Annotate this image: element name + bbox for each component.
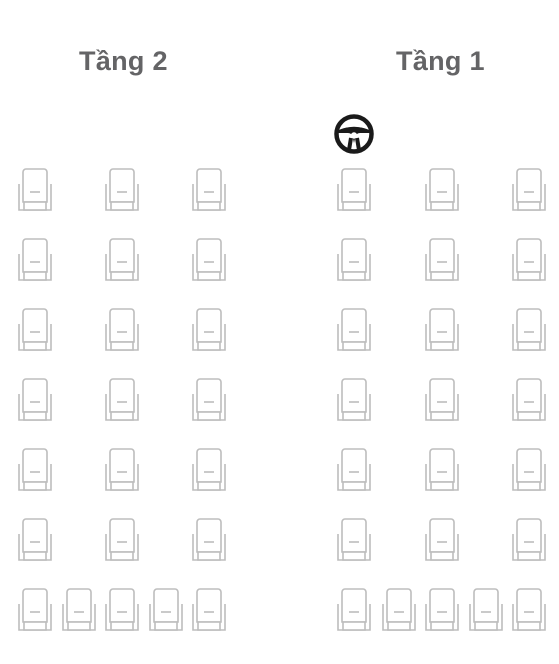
seat-icon (425, 448, 459, 491)
seat-upper-r6-c2[interactable] (103, 516, 141, 564)
seat-icon (192, 308, 226, 351)
seat-icon (105, 518, 139, 561)
seat-upper-r5-c2[interactable] (103, 446, 141, 494)
seat-lower-r7-c1[interactable] (335, 586, 373, 634)
seat-upper-r1-c1[interactable] (16, 166, 54, 214)
seat-lower-r5-c3[interactable] (510, 446, 548, 494)
seat-icon (425, 238, 459, 281)
seat-lower-r1-c3[interactable] (510, 166, 548, 214)
seat-icon (105, 378, 139, 421)
seat-icon (149, 588, 183, 631)
seat-upper-r7-c5[interactable] (190, 586, 228, 634)
seat-icon (105, 308, 139, 351)
seat-icon (469, 588, 503, 631)
seat-icon (425, 588, 459, 631)
seat-icon (18, 378, 52, 421)
seat-upper-r3-c2[interactable] (103, 306, 141, 354)
seat-upper-r2-c2[interactable] (103, 236, 141, 284)
seat-icon (512, 588, 546, 631)
seat-lower-r1-c1[interactable] (335, 166, 373, 214)
seat-icon (512, 518, 546, 561)
seat-icon (512, 308, 546, 351)
seat-upper-r2-c3[interactable] (190, 236, 228, 284)
seat-icon (337, 378, 371, 421)
seat-icon (105, 448, 139, 491)
steering-wheel-icon (332, 112, 376, 156)
seat-icon (192, 518, 226, 561)
seat-icon (337, 238, 371, 281)
seat-upper-r5-c3[interactable] (190, 446, 228, 494)
seat-upper-r2-c1[interactable] (16, 236, 54, 284)
seat-icon (425, 168, 459, 211)
seat-icon (382, 588, 416, 631)
seat-upper-r4-c2[interactable] (103, 376, 141, 424)
seat-lower-r2-c2[interactable] (423, 236, 461, 284)
seat-upper-r3-c1[interactable] (16, 306, 54, 354)
seat-icon (425, 518, 459, 561)
seat-icon (337, 448, 371, 491)
seat-lower-r3-c1[interactable] (335, 306, 373, 354)
seat-upper-r1-c2[interactable] (103, 166, 141, 214)
seat-upper-r4-c3[interactable] (190, 376, 228, 424)
seat-lower-r5-c2[interactable] (423, 446, 461, 494)
seat-lower-r6-c1[interactable] (335, 516, 373, 564)
seat-lower-r3-c2[interactable] (423, 306, 461, 354)
seat-lower-r7-c5[interactable] (510, 586, 548, 634)
seat-lower-r4-c2[interactable] (423, 376, 461, 424)
deck-lower-title: Tầng 1 (396, 46, 485, 76)
seat-lower-r2-c3[interactable] (510, 236, 548, 284)
seat-upper-r6-c3[interactable] (190, 516, 228, 564)
seat-icon (337, 308, 371, 351)
seat-upper-r4-c1[interactable] (16, 376, 54, 424)
seat-upper-r1-c3[interactable] (190, 166, 228, 214)
seat-upper-r5-c1[interactable] (16, 446, 54, 494)
seat-icon (337, 518, 371, 561)
seat-icon (192, 238, 226, 281)
seat-icon (192, 378, 226, 421)
seat-icon (105, 238, 139, 281)
seat-icon (18, 448, 52, 491)
seat-lower-r2-c1[interactable] (335, 236, 373, 284)
seat-lower-r7-c4[interactable] (467, 586, 505, 634)
seat-upper-r7-c1[interactable] (16, 586, 54, 634)
seat-icon (192, 168, 226, 211)
seat-icon (105, 588, 139, 631)
seat-icon (18, 518, 52, 561)
seat-icon (192, 588, 226, 631)
seat-lower-r7-c3[interactable] (423, 586, 461, 634)
seat-upper-r7-c3[interactable] (103, 586, 141, 634)
seat-icon (18, 588, 52, 631)
seat-icon (192, 448, 226, 491)
seat-icon (512, 238, 546, 281)
seat-icon (337, 168, 371, 211)
deck-upper-title: Tầng 2 (79, 46, 168, 76)
seat-icon (425, 308, 459, 351)
seat-icon (18, 238, 52, 281)
seat-icon (512, 448, 546, 491)
seat-icon (105, 168, 139, 211)
seat-icon (337, 588, 371, 631)
seat-lower-r5-c1[interactable] (335, 446, 373, 494)
seat-lower-r1-c2[interactable] (423, 166, 461, 214)
seat-lower-r4-c3[interactable] (510, 376, 548, 424)
seat-icon (18, 168, 52, 211)
seat-lower-r3-c3[interactable] (510, 306, 548, 354)
seat-lower-r4-c1[interactable] (335, 376, 373, 424)
seat-upper-r7-c4[interactable] (147, 586, 185, 634)
seat-lower-r6-c2[interactable] (423, 516, 461, 564)
seat-lower-r7-c2[interactable] (380, 586, 418, 634)
seat-icon (18, 308, 52, 351)
seat-lower-r6-c3[interactable] (510, 516, 548, 564)
seat-icon (512, 378, 546, 421)
seat-upper-r3-c3[interactable] (190, 306, 228, 354)
seat-icon (425, 378, 459, 421)
seat-icon (512, 168, 546, 211)
seat-icon (62, 588, 96, 631)
seat-upper-r6-c1[interactable] (16, 516, 54, 564)
seat-upper-r7-c2[interactable] (60, 586, 98, 634)
